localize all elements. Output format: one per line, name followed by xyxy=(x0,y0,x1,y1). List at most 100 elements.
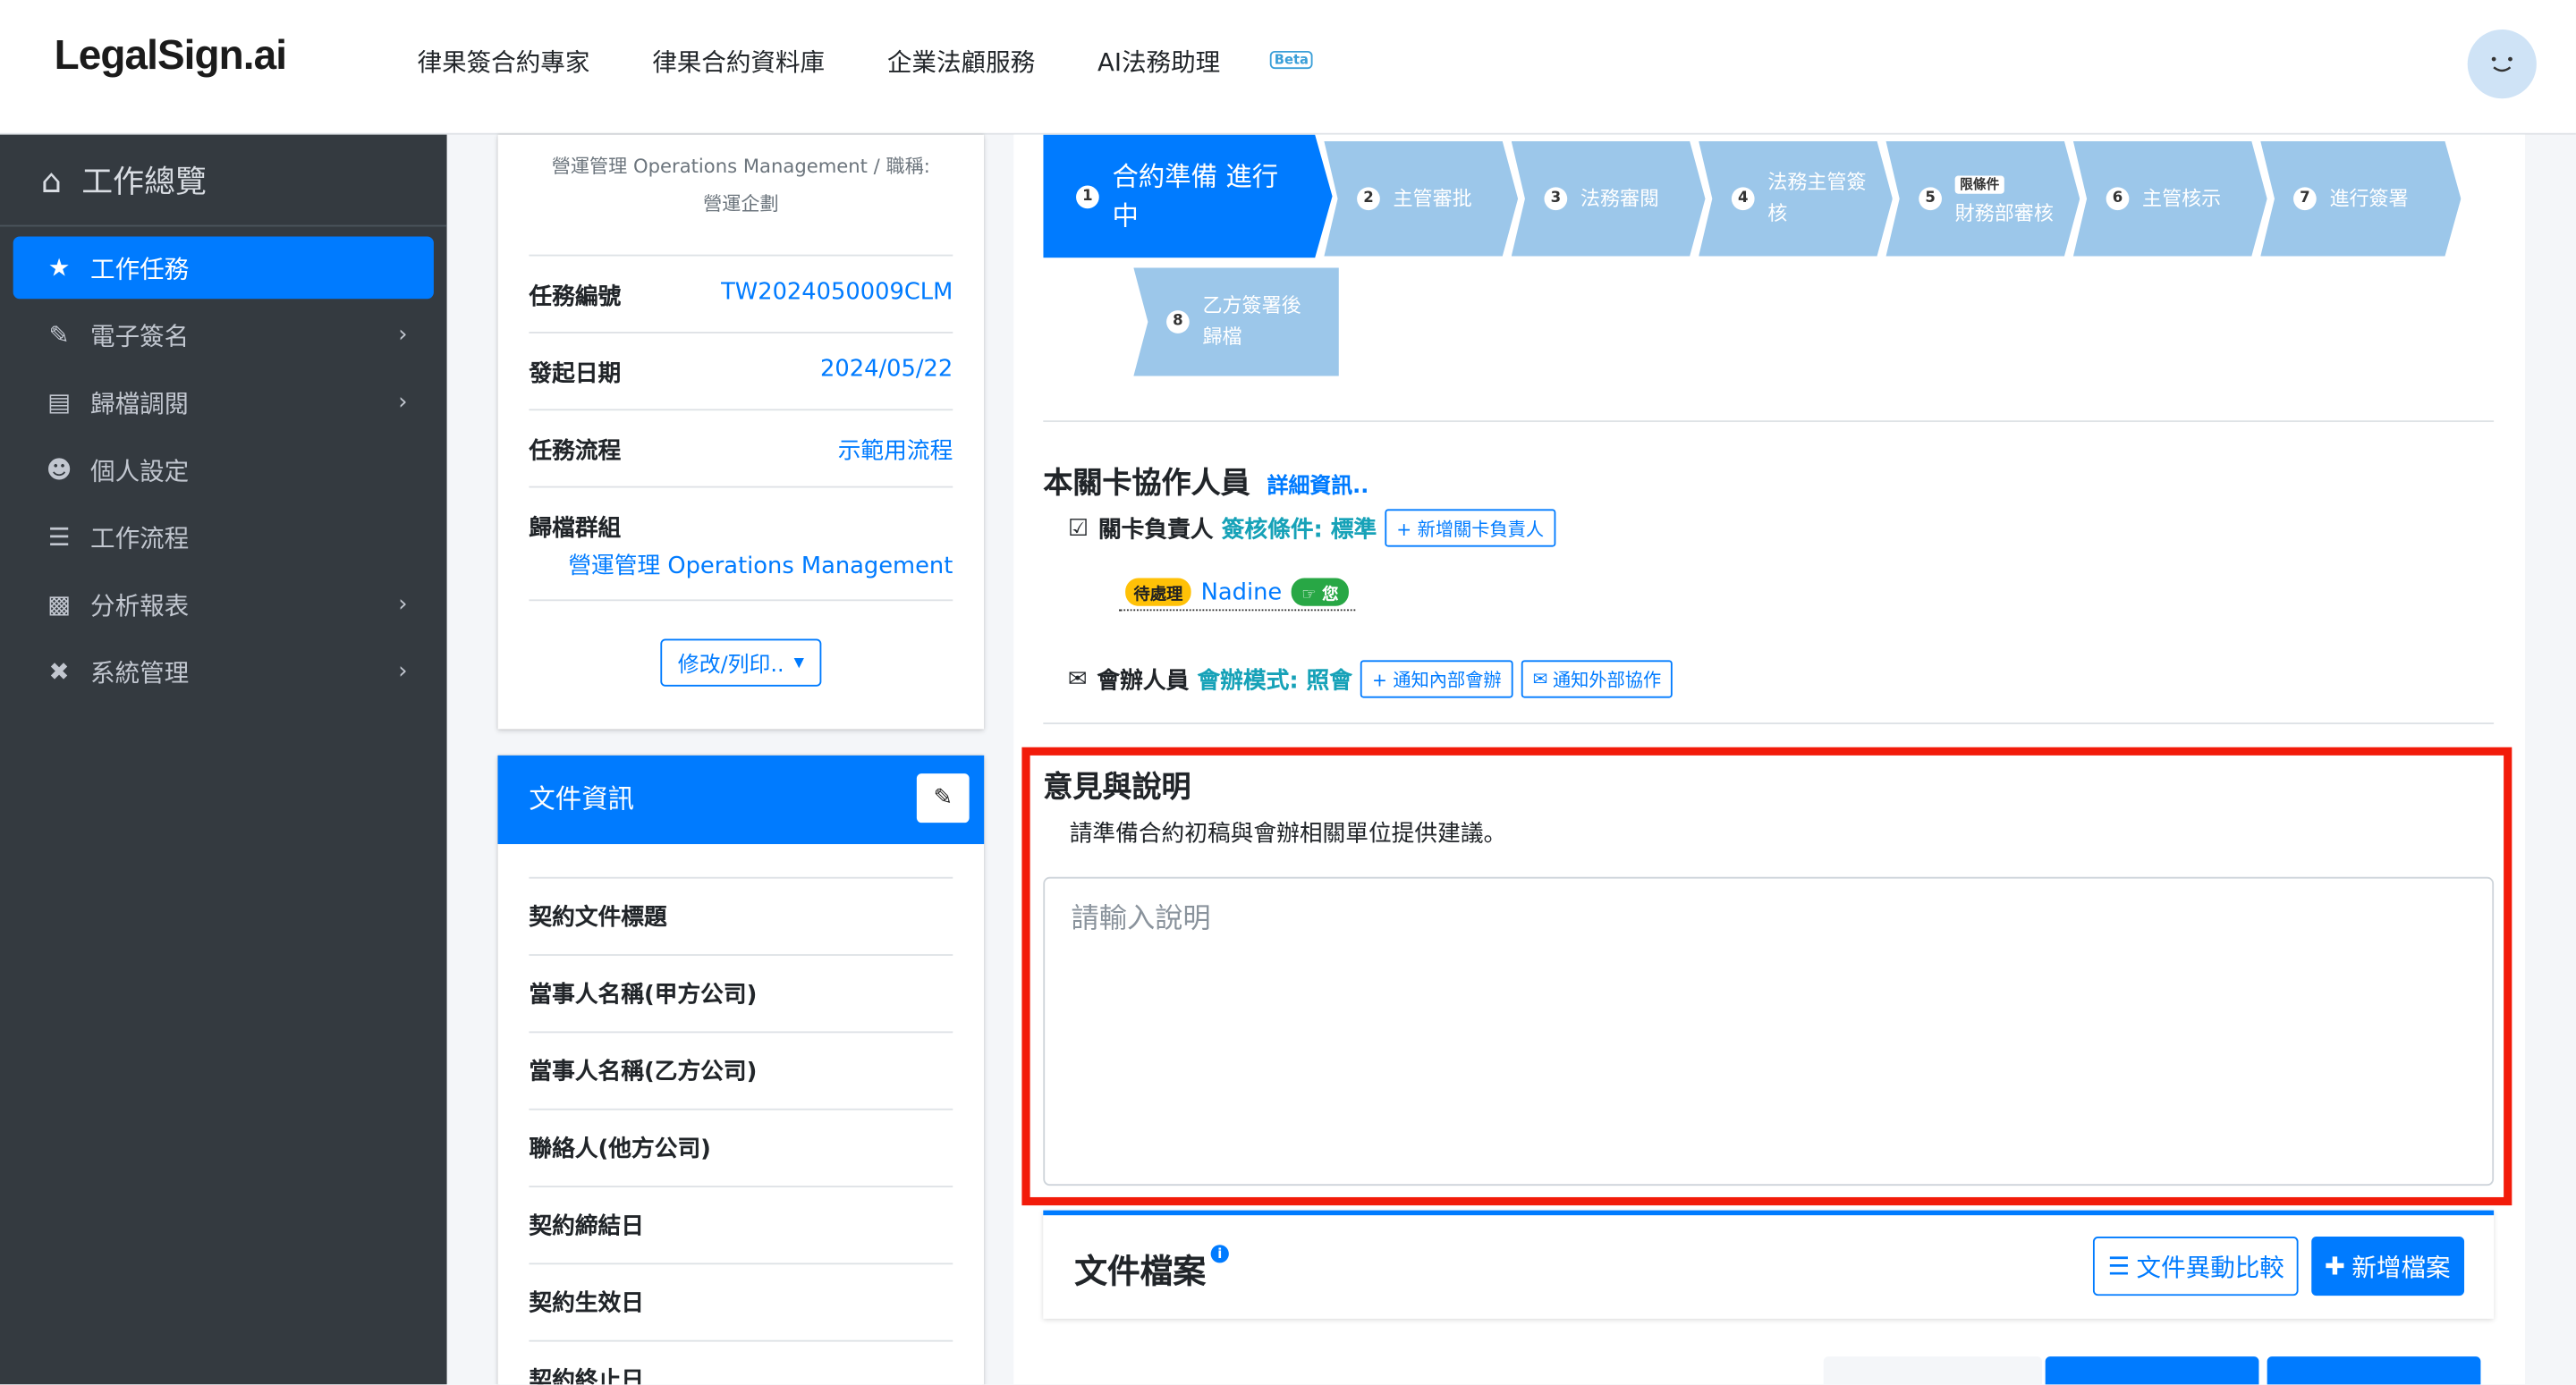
app-logo[interactable]: LegalSign.ai xyxy=(55,33,287,80)
app-root: LegalSign.ai 律果簽合約專家 律果合約資料庫 企業法顧服務 AI法務… xyxy=(0,0,2576,1385)
chevron-right-icon: › xyxy=(398,658,408,685)
sidebar-item-label: 工作任務 xyxy=(90,253,190,283)
edit-print-dropdown[interactable]: 修改/列印.. ▼ xyxy=(660,638,822,687)
assignee-name[interactable]: Nadine xyxy=(1201,578,1283,604)
workflow-step-3[interactable]: 3 法務審閱 xyxy=(1511,140,1706,257)
archive-group-link[interactable]: 營運管理 Operations Management xyxy=(568,548,953,581)
bar-chart-icon: ▩ xyxy=(47,589,72,620)
add-file-label: 新增檔案 xyxy=(2351,1252,2451,1282)
pending-badge: 待處理 xyxy=(1125,578,1191,606)
chevron-right-icon: › xyxy=(398,591,408,618)
org-title-line: 營運管理 Operations Management / 職稱: 營運企劃 xyxy=(498,148,985,223)
sidebar-item-reports[interactable]: ▩ 分析報表 › xyxy=(13,573,434,636)
files-card: 文件檔案 i ☰ 文件異動比較 ✚ 新增檔案 xyxy=(1043,1210,2495,1319)
sidebar-item-label: 個人設定 xyxy=(90,455,190,486)
add-owner-button[interactable]: + 新增關卡負責人 xyxy=(1385,509,1555,547)
handshake-icon: ★ xyxy=(47,252,71,283)
cosign-row: ✉ 會辦人員 會辦模式: 照會 + 通知內部會辦 ✉ 通知外部協作 xyxy=(1067,660,1674,698)
owner-row: ☑ 關卡負責人 簽核條件: 標準 + 新增關卡負責人 xyxy=(1068,509,1555,547)
owner-condition: 簽核條件: 標準 xyxy=(1221,516,1377,544)
divider xyxy=(1043,420,2495,423)
sidebar-item-label: 電子簽名 xyxy=(90,321,190,351)
sidebar-item-admin[interactable]: ✖ 系統管理 › xyxy=(13,640,434,703)
flow-link[interactable]: 示範用流程 xyxy=(838,434,953,467)
notify-internal-button[interactable]: + 通知內部會辦 xyxy=(1360,660,1513,698)
task-id-value[interactable]: TW2024050009CLM xyxy=(721,279,953,305)
document-info-card: 文件資訊 ✎ 契約文件標題 當事人名稱(甲方公司) 當事人名稱(乙方公司) 聯絡… xyxy=(497,755,985,1385)
sidebar-item-workflow[interactable]: ☰ 工作流程 xyxy=(13,506,434,569)
field-key: 任務編號 xyxy=(529,283,622,311)
you-badge-label: 您 xyxy=(1322,586,1339,604)
doc-field-row: 契約締結日 xyxy=(529,1186,953,1241)
field-key: 發起日期 xyxy=(529,361,622,388)
cosign-label: 會辦人員 xyxy=(1097,667,1190,695)
opinion-description: 請準備合約初稿與會辦相關單位提供建議。 xyxy=(1069,821,1507,848)
opinion-title: 意見與說明 xyxy=(1043,770,1191,805)
doc-field-row: 契約文件標題 xyxy=(529,876,953,933)
task-field-id: 任務編號 TW2024050009CLM xyxy=(529,254,953,332)
step-number: 3 xyxy=(1544,187,1568,211)
user-avatar[interactable] xyxy=(2467,30,2537,99)
nav-link-ai-assistant-label: AI法務助理 xyxy=(1097,47,1221,78)
opinion-textarea[interactable] xyxy=(1043,876,2495,1187)
workflow-step-7[interactable]: 7 進行簽署 xyxy=(2260,140,2462,257)
bottom-action-tab[interactable] xyxy=(2267,1356,2481,1385)
document-info-header: 文件資訊 ✎ xyxy=(497,755,985,845)
step-number: 2 xyxy=(1357,187,1380,211)
sidebar-item-tasks[interactable]: ★ 工作任務 xyxy=(13,236,434,300)
caret-down-icon: ▼ xyxy=(793,654,804,671)
step-label: 合約準備 進行中 xyxy=(1112,160,1279,232)
chevron-right-icon: › xyxy=(398,389,408,416)
edit-button[interactable]: ✎ xyxy=(916,773,970,823)
hand-pointer-icon: ☞ xyxy=(1301,586,1317,604)
user-settings-icon: ☻ xyxy=(46,454,72,485)
signature-icon: ✎ xyxy=(48,320,70,350)
compare-label: 文件異動比較 xyxy=(2136,1252,2284,1282)
sidebar-item-label: 歸檔調閱 xyxy=(90,388,190,418)
workflow-step-8[interactable]: 8 乙方簽署後歸檔 xyxy=(1133,267,1339,376)
step-label: 財務部審核 xyxy=(1954,201,2054,225)
sidebar-dashboard-link[interactable]: ⌂ 工作總覽 xyxy=(0,135,447,227)
envelope-icon: ✉ xyxy=(1532,668,1548,690)
compare-changes-button[interactable]: ☰ 文件異動比較 xyxy=(2092,1237,2300,1296)
task-field-flow: 任務流程 示範用流程 xyxy=(529,409,953,486)
cosign-mode: 會辦模式: 照會 xyxy=(1197,667,1353,695)
files-title: 文件檔案 xyxy=(1074,1251,1207,1291)
step-label: 主管核示 xyxy=(2142,186,2222,210)
collaborators-heading: 本關卡協作人員 詳細資訊.. xyxy=(1043,460,1368,502)
comments-icon: ✉ xyxy=(1067,665,1088,693)
sidebar-item-archive[interactable]: ▤ 歸檔調閱 › xyxy=(13,371,434,434)
nav-link-ai-assistant[interactable]: AI法務助理 Beta xyxy=(1097,45,1314,80)
nav-link-legal-service[interactable]: 企業法顧服務 xyxy=(887,45,1035,80)
workflow-step-5[interactable]: 5 限條件 財務部審核 xyxy=(1885,140,2080,257)
task-field-date: 發起日期 2024/05/22 xyxy=(529,332,953,409)
info-icon[interactable]: i xyxy=(1210,1245,1229,1263)
sidebar-item-label: 工作流程 xyxy=(90,522,190,553)
step-number: 4 xyxy=(1731,187,1755,211)
doc-field-row: 契約生效日 xyxy=(529,1263,953,1318)
workflow-step-4[interactable]: 4 法務主管簽核 xyxy=(1699,140,1893,257)
dropdown-label: 修改/列印.. xyxy=(677,654,784,679)
sidebar-item-label: 分析報表 xyxy=(90,590,190,621)
bottom-action-tab[interactable] xyxy=(2045,1356,2259,1385)
nav-link-contract-database[interactable]: 律果合約資料庫 xyxy=(652,45,825,80)
sidebar: ⌂ 工作總覽 ★ 工作任務 ✎ 電子簽名 › ▤ 歸檔調閱 › ☻ 個人設定 ☰… xyxy=(0,134,447,1385)
notify-external-button[interactable]: ✉ 通知外部協作 xyxy=(1521,660,1674,698)
top-navbar: LegalSign.ai 律果簽合約專家 律果合約資料庫 企業法顧服務 AI法務… xyxy=(0,0,2576,135)
file-plus-icon: ✚ xyxy=(2324,1251,2346,1281)
field-key: 歸檔群組 xyxy=(529,515,622,543)
doc-field-row: 契約終止日 xyxy=(529,1339,953,1384)
workflow-step-6[interactable]: 6 主管核示 xyxy=(2072,140,2267,257)
details-link[interactable]: 詳細資訊.. xyxy=(1267,475,1369,500)
workflow-step-1[interactable]: 1 合約準備 進行中 xyxy=(1043,134,1333,258)
sidebar-header-label: 工作總覽 xyxy=(81,164,207,201)
tools-icon: ✖ xyxy=(48,656,70,687)
nav-link-contract-expert[interactable]: 律果簽合約專家 xyxy=(418,45,590,80)
add-file-button[interactable]: ✚ 新增檔案 xyxy=(2311,1237,2464,1296)
workflow-step-2[interactable]: 2 主管審批 xyxy=(1324,140,1519,257)
sidebar-item-esign[interactable]: ✎ 電子簽名 › xyxy=(13,304,434,367)
step-number: 7 xyxy=(2293,187,2317,211)
step-number: 8 xyxy=(1166,310,1190,334)
sidebar-item-profile[interactable]: ☻ 個人設定 xyxy=(13,438,434,501)
notify-external-label: 通知外部協作 xyxy=(1552,669,1662,691)
